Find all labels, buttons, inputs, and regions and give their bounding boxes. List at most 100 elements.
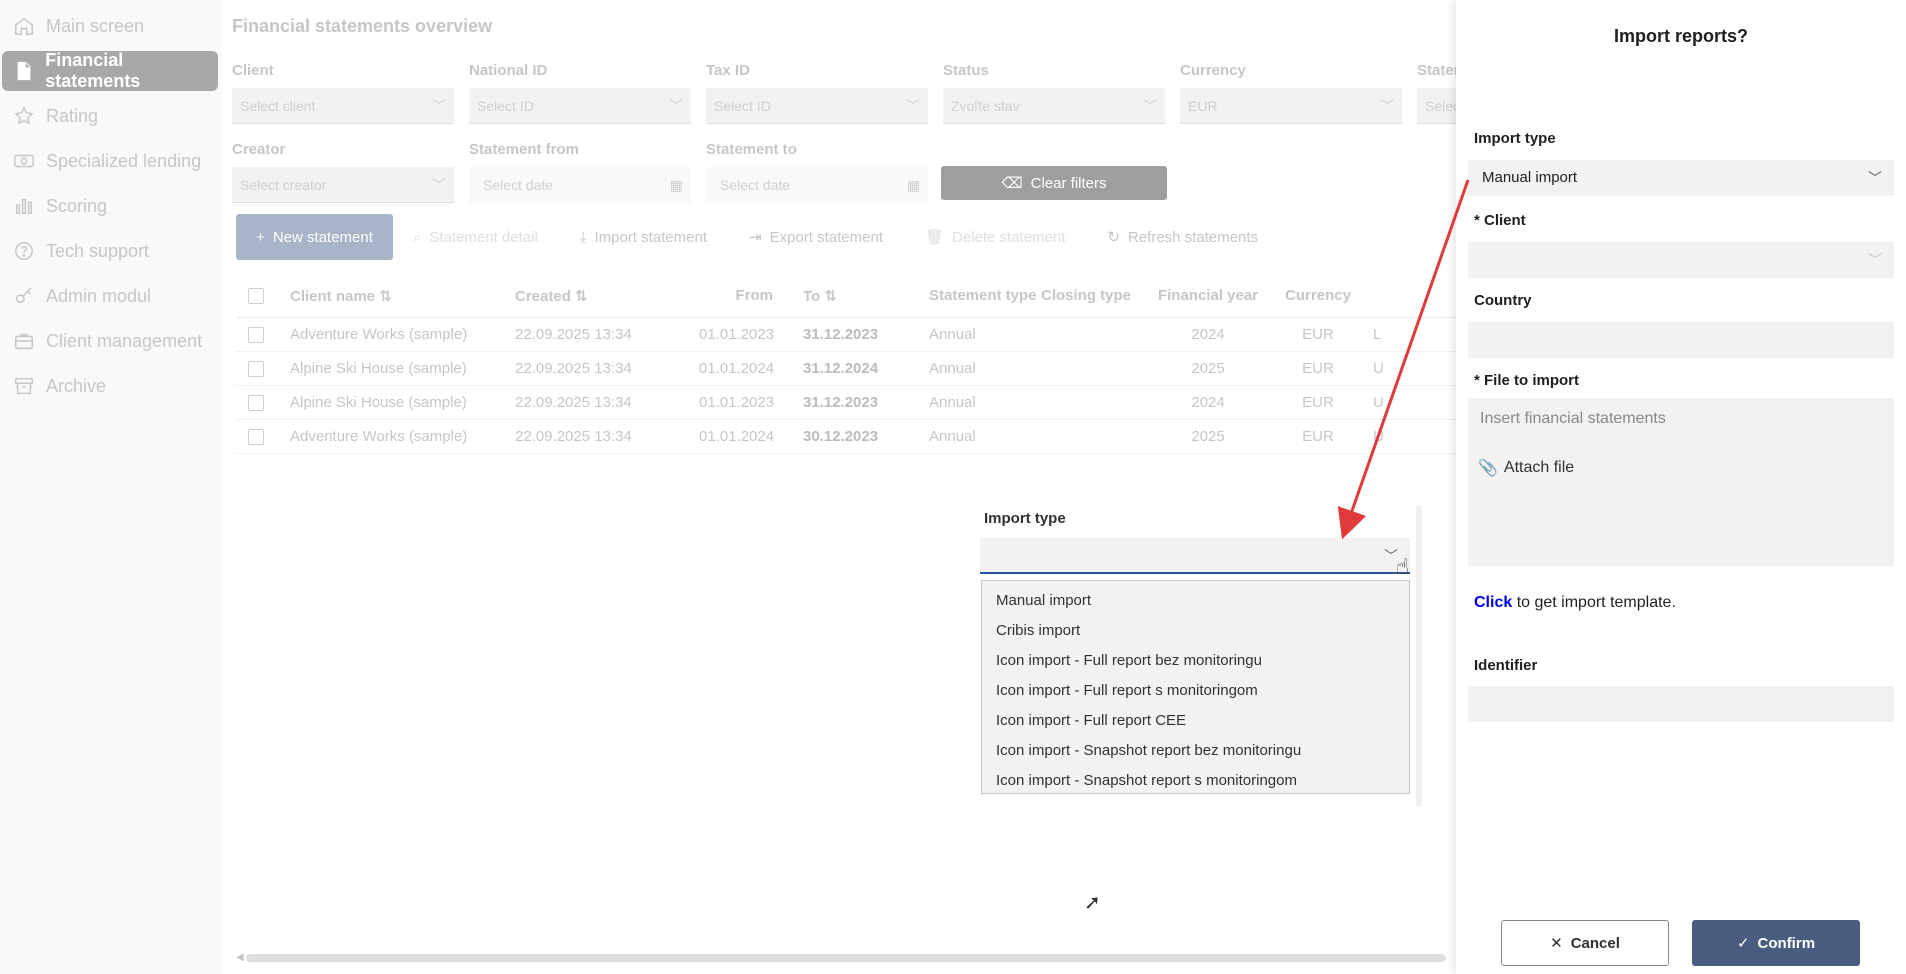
scroll-left-icon[interactable]: ◀ <box>236 952 244 963</box>
chevron-down-icon: ﹀ <box>432 97 446 114</box>
option-manual-import[interactable]: Manual import <box>982 585 1409 615</box>
sidebar-item-label: Financial statements <box>45 50 141 91</box>
cell-extra: U <box>1373 428 1384 445</box>
template-link[interactable]: Click <box>1474 594 1512 611</box>
statement-select[interactable]: Select <box>1417 88 1456 124</box>
import-type-label: Import type <box>1474 130 1556 147</box>
cell-to: 31.12.2024 <box>803 360 879 377</box>
table-row[interactable]: Adventure Works (sample) 22.09.2025 13:3… <box>236 420 1456 454</box>
row-checkbox[interactable] <box>236 326 290 343</box>
column-client-name[interactable]: Client name ⇅ <box>290 287 515 305</box>
column-to[interactable]: To ⇅ <box>803 287 929 305</box>
filter-statement: Statem Select <box>1417 62 1456 124</box>
cell-created: 22.09.2025 13:34 <box>515 326 632 343</box>
table-row[interactable]: Alpine Ski House (sample) 22.09.2025 13:… <box>236 352 1456 386</box>
cell-type: Annual <box>929 360 976 377</box>
creator-select[interactable]: Select creator ﹀ <box>232 167 454 203</box>
button-label: New statement <box>272 228 373 246</box>
option-icon-snapshot-bez-monitoringu[interactable]: Icon import - Snapshot report bez monito… <box>982 735 1409 765</box>
refresh-statements-button[interactable]: ↻ Refresh statements <box>1107 228 1258 247</box>
option-icon-full-cee[interactable]: Icon import - Full report CEE <box>982 705 1409 735</box>
hand-cursor-icon: ☝ <box>1396 554 1410 579</box>
sidebar-item-admin-modul[interactable]: Admin modul <box>2 276 218 316</box>
column-financial-year[interactable]: Financial year <box>1153 287 1263 304</box>
national-id-select[interactable]: Select ID ﹀ <box>469 88 691 124</box>
file-drop-area[interactable]: Insert financial statements 📎 Attach fil… <box>1468 398 1894 566</box>
option-cribis-import[interactable]: Cribis import <box>982 615 1409 645</box>
sidebar-item-financial-statements[interactable]: Financial statements <box>2 50 218 91</box>
select-all-checkbox[interactable] <box>236 287 290 304</box>
sidebar-item-client-management[interactable]: Client management <box>2 321 218 361</box>
attach-file-button[interactable]: 📎 Attach file <box>1478 458 1574 478</box>
sidebar-item-label: Client management <box>46 330 203 351</box>
cancel-button[interactable]: ✕ Cancel <box>1501 920 1669 966</box>
button-label: Cancel <box>1570 934 1620 952</box>
cell-extra: U <box>1373 360 1384 377</box>
identifier-field[interactable] <box>1468 686 1894 722</box>
confirm-button[interactable]: ✓ Confirm <box>1692 920 1860 966</box>
clear-filters-button[interactable]: ⌫ Clear filters <box>941 166 1167 200</box>
financial-statements-overview: Financial statements overview Client Sel… <box>222 0 1456 974</box>
currency-select[interactable]: EUR ﹀ <box>1180 88 1402 124</box>
sidebar-item-archive[interactable]: Archive <box>2 366 218 406</box>
sidebar-item-label: Admin modul <box>46 285 152 306</box>
option-icon-full-bez-monitoringu[interactable]: Icon import - Full report bez monitoring… <box>982 645 1409 675</box>
row-checkbox[interactable] <box>236 394 290 411</box>
option-icon-full-s-monitoringom[interactable]: Icon import - Full report s monitoringom <box>982 675 1409 705</box>
import-type-options: Manual import Cribis import Icon import … <box>981 580 1410 794</box>
tax-id-select[interactable]: Select ID ﹀ <box>706 88 928 124</box>
table-row[interactable]: Alpine Ski House (sample) 22.09.2025 13:… <box>236 386 1456 420</box>
cell-created: 22.09.2025 13:34 <box>515 394 632 411</box>
column-label: Created <box>515 287 571 305</box>
table-row[interactable]: Adventure Works (sample) 22.09.2025 13:3… <box>236 318 1456 352</box>
column-created[interactable]: Created ⇅ <box>515 287 699 305</box>
export-statement-button[interactable]: ⇥ Export statement <box>749 228 883 247</box>
question-icon <box>12 239 36 263</box>
statement-to-datepicker[interactable]: Select date ▦ <box>706 167 928 203</box>
import-statement-button[interactable]: ⤓ Import statement <box>580 229 707 246</box>
chevron-down-icon: ﹀ <box>1868 252 1882 268</box>
sidebar-item-specialized-lending[interactable]: Specialized lending <box>2 141 218 181</box>
sort-icon: ⇅ <box>824 287 837 305</box>
new-statement-button[interactable]: + New statement <box>236 214 393 260</box>
row-checkbox[interactable] <box>236 360 290 377</box>
column-from[interactable]: From <box>699 287 803 304</box>
cell-year: 2025 <box>1191 428 1225 445</box>
cell-currency: EUR <box>1302 394 1334 411</box>
client-select[interactable]: ﹀ <box>1468 242 1894 278</box>
cell-currency: EUR <box>1302 326 1334 343</box>
horizontal-scrollbar[interactable]: ◀ <box>236 952 1456 963</box>
scrollbar-thumb[interactable] <box>246 954 1446 962</box>
filter-label: Currency <box>1180 62 1246 79</box>
button-label: Statement detail <box>429 228 538 246</box>
cell-client: Alpine Ski House (sample) <box>290 360 467 377</box>
statement-detail-button[interactable]: ⌕ Statement detail <box>413 229 538 246</box>
calendar-icon: ▦ <box>669 176 683 193</box>
cell-created: 22.09.2025 13:34 <box>515 428 632 445</box>
import-type-select[interactable]: ﹀ <box>980 538 1410 574</box>
sidebar-item-tech-support[interactable]: Tech support <box>2 231 218 271</box>
filter-currency: Currency EUR ﹀ <box>1180 62 1402 124</box>
sidebar-item-main-screen[interactable]: Main screen <box>2 6 218 46</box>
sort-icon: ⇅ <box>379 287 392 305</box>
client-select[interactable]: Select client ﹀ <box>232 88 454 124</box>
column-statement-type[interactable]: Statement type <box>929 287 1041 304</box>
sidebar-item-rating[interactable]: Rating <box>2 96 218 136</box>
filter-tax-id: Tax ID Select ID ﹀ <box>706 62 928 124</box>
country-field[interactable] <box>1468 322 1894 358</box>
row-checkbox[interactable] <box>236 428 290 445</box>
filter-client: Client Select client ﹀ <box>232 62 454 124</box>
cell-client: Adventure Works (sample) <box>290 326 468 343</box>
status-select[interactable]: Zvoľte stav ﹀ <box>943 88 1165 124</box>
sidebar-item-scoring[interactable]: Scoring <box>2 186 218 226</box>
chevron-down-icon: ﹀ <box>432 176 446 193</box>
column-closing-type[interactable]: Closing type <box>1041 287 1153 304</box>
filter-label: Creator <box>232 141 286 158</box>
import-type-select[interactable]: Manual import ﹀ <box>1468 160 1894 196</box>
column-currency[interactable]: Currency <box>1263 287 1373 304</box>
filter-statement-from: Statement from Select date ▦ <box>469 141 691 203</box>
option-icon-snapshot-s-monitoringom[interactable]: Icon import - Snapshot report s monitori… <box>982 765 1409 795</box>
statement-from-datepicker[interactable]: Select date ▦ <box>469 167 691 203</box>
delete-statement-button[interactable]: 🗑 Delete statement <box>925 228 1065 247</box>
refresh-icon: ↻ <box>1107 229 1120 246</box>
